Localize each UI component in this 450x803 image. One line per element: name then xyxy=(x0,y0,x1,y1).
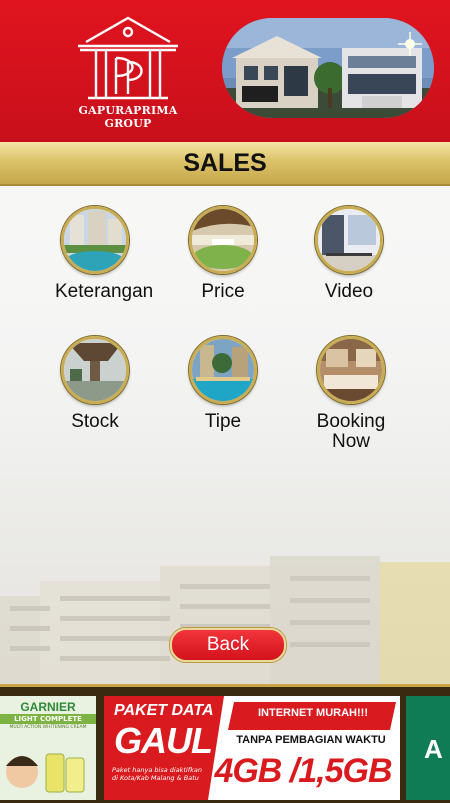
menu-label: Tipe xyxy=(204,411,242,432)
menu-label: Price xyxy=(201,281,245,302)
paket-promo2: TANPA PEMBAGIAN WAKTU xyxy=(236,734,386,746)
app-header: GAPURAPRIMA GROUP xyxy=(0,0,450,142)
hero-building-image xyxy=(222,18,434,118)
gapura-logo-icon xyxy=(78,16,178,100)
menu-item-tipe[interactable]: Tipe xyxy=(158,336,288,432)
garnier-product-image xyxy=(6,753,85,793)
menu-label: Booking Now xyxy=(316,411,386,452)
pool-resort-thumbnail xyxy=(61,206,129,274)
brand-name: GAPURAPRIMA GROUP xyxy=(78,104,178,130)
ad-right-partial[interactable]: A xyxy=(406,696,450,800)
menu-label: Keterangan xyxy=(55,281,154,302)
ad-garnier[interactable]: GARNIER LIGHT COMPLETE MULTI ACTION WHIT… xyxy=(0,696,96,800)
menu-item-keterangan[interactable]: Keterangan xyxy=(30,206,160,302)
paket-title1: PAKET DATA xyxy=(114,702,214,719)
interior-thumbnail xyxy=(315,206,383,274)
menu-item-price[interactable]: Price xyxy=(158,206,288,302)
ad-paket-data[interactable]: PAKET DATA GAUL Paket hanya bisa diaktif… xyxy=(104,696,400,800)
paket-quota: 4GB /1,5GB xyxy=(214,752,392,790)
menu-item-stock[interactable]: Stock xyxy=(30,336,160,432)
page-title: SALES xyxy=(183,149,267,177)
night-pool-thumbnail xyxy=(189,336,257,404)
paket-title2: GAUL xyxy=(114,720,213,761)
lobby-thumbnail xyxy=(189,206,257,274)
title-bar: SALES xyxy=(0,142,450,186)
ad-banner[interactable]: GARNIER LIGHT COMPLETE MULTI ACTION WHIT… xyxy=(0,684,450,803)
menu-item-video[interactable]: Video xyxy=(284,206,414,302)
living-room-thumbnail xyxy=(317,336,385,404)
back-button[interactable]: Back xyxy=(170,628,286,662)
menu-label: Video xyxy=(324,281,374,302)
menu-item-booking-now[interactable]: Booking Now xyxy=(286,336,416,452)
menu-label: Stock xyxy=(71,411,119,432)
paket-promo: INTERNET MURAH!!! xyxy=(258,707,368,719)
paket-note: Paket hanya bisa diaktifkan di Kota/Kab … xyxy=(112,766,202,782)
ad-right-letter: A xyxy=(424,734,443,764)
atrium-thumbnail xyxy=(61,336,129,404)
